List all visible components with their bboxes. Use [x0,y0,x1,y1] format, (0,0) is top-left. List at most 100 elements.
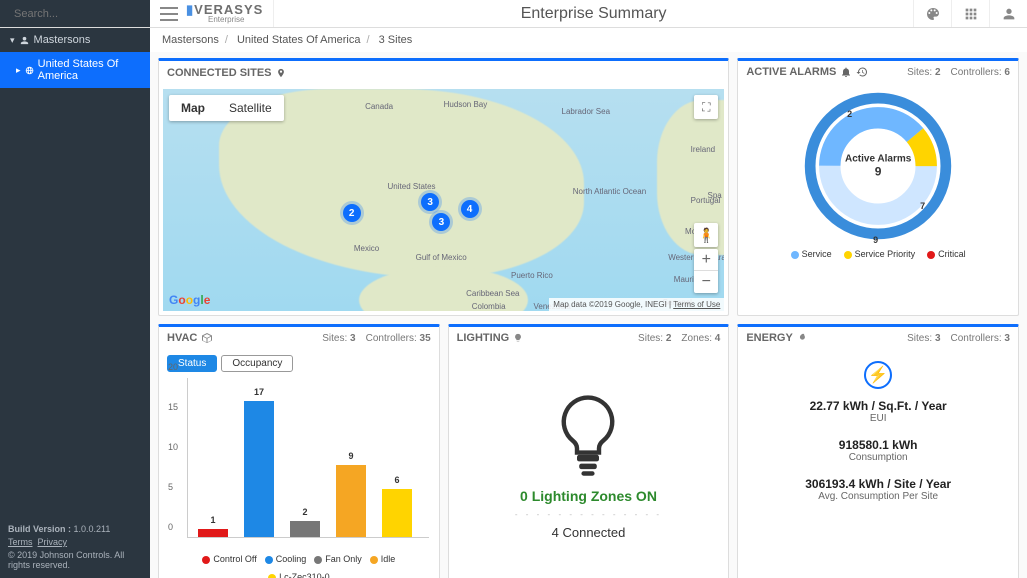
donut-center-label: Active Alarms [845,154,911,165]
controllers-value: 3 [1004,333,1010,344]
map-marker[interactable]: 4 [461,200,479,218]
build-label: Build Version : [8,524,71,534]
energy-consumption-label: Consumption [839,452,918,463]
google-logo: Google [169,293,210,307]
zoom-in-button[interactable]: + [694,249,718,271]
zones-value: 4 [715,333,721,344]
crumb-1[interactable]: Mastersons [162,34,219,46]
map-label: Puerto Rico [511,271,553,280]
controllers-label: Controllers: [951,333,1002,344]
search-input[interactable] [14,8,156,20]
legend-item: Lc-Zec310-0 [268,572,330,578]
panel-title: HVAC [167,332,197,344]
sites-label: Sites: [907,67,932,78]
map-label: United States [388,182,436,191]
map-tab-satellite[interactable]: Satellite [217,95,284,121]
crumb-3: 3 Sites [379,34,413,46]
legend-item: Cooling [265,554,307,564]
map-marker[interactable]: 2 [343,204,361,222]
bell-icon [840,66,852,78]
map-tab-map[interactable]: Map [169,95,217,121]
brand-sub: Enterprise [208,16,263,24]
user-button[interactable] [989,0,1027,27]
sites-value: 2 [666,333,672,344]
bulb-illustration [552,391,624,482]
panel-connected-sites: CONNECTED SITES Canada United Stat [158,58,729,316]
search-box[interactable] [0,0,150,27]
breadcrumb: Mastersons/ United States Of America/ 3 … [150,28,1027,52]
alarms-legend: Service Service Priority Critical [791,249,966,259]
pin-icon [276,66,286,80]
bar: 2 [290,521,320,537]
sites-label: Sites: [907,333,932,344]
map-label: Spa [707,191,721,200]
bulb-icon [513,332,523,344]
fullscreen-button[interactable]: ⛶ [694,95,718,119]
panel-title: ACTIVE ALARMS [746,66,836,78]
apps-button[interactable] [951,0,989,27]
map[interactable]: Canada United States Mexico Hudson Bay L… [163,89,724,311]
tab-occupancy[interactable]: Occupancy [221,355,293,372]
hamburger-icon[interactable] [160,7,178,21]
controllers-label: Controllers: [366,333,417,344]
streetview-pegman[interactable]: 🧍 [694,223,718,247]
history-icon[interactable] [856,66,868,78]
page-title: Enterprise Summary [274,0,913,27]
hvac-bar-chart: 05101520117296 [187,378,429,538]
terms-link[interactable]: Terms of Use [673,300,720,309]
seg-crit-label: 9 [873,235,878,245]
crumb-2[interactable]: United States Of America [237,34,361,46]
palette-button[interactable] [913,0,951,27]
cube-icon [201,332,213,344]
sidebar-item-usa[interactable]: ▸ United States Of America [0,52,150,88]
sites-label: Sites: [322,333,347,344]
energy-avg-label: Avg. Consumption Per Site [805,491,951,502]
panel-energy: ENERGY Sites: 3 Controllers: 3 ⚡ 22.77 k… [737,324,1019,578]
flame-icon [797,332,807,344]
bolt-icon: ⚡ [864,361,892,389]
map-attribution: Map data ©2019 Google, INEGI | Terms of … [549,298,724,311]
lighting-connected: 4 Connected [552,525,626,540]
panel-lighting: LIGHTING Sites: 2 Zones: 4 [448,324,730,578]
logo-area: ▮VERASYS Enterprise [150,0,274,27]
map-type-switch: Map Satellite [169,95,284,121]
copyright: © 2019 Johnson Controls. All rights rese… [8,550,142,570]
topbar: ▮VERASYS Enterprise Enterprise Summary [0,0,1027,28]
legend-service: Service [802,249,832,259]
map-label: Colombia [472,302,506,311]
sites-value: 3 [350,333,356,344]
panel-title: CONNECTED SITES [167,67,272,79]
privacy-link[interactable]: Privacy [38,537,68,547]
globe-icon [25,65,34,76]
chevron-right-icon: ▸ [16,65,21,76]
sites-value: 3 [935,333,941,344]
bar: 17 [244,401,274,537]
zoom-control: + − [694,249,718,293]
sidebar: ▾ Mastersons ▸ United States Of America … [0,28,150,578]
legend-item: Fan Only [314,554,362,564]
seg-sp-label: 2 [847,109,852,119]
main: Mastersons/ United States Of America/ 3 … [150,28,1027,578]
map-label: North Atlantic Ocean [573,187,646,196]
legend-critical: Critical [938,249,966,259]
controllers-label: Controllers: [951,67,1002,78]
energy-avg-value: 306193.4 kWh / Site / Year [805,477,951,491]
energy-eui-value: 22.77 kWh / Sq.Ft. / Year [810,399,947,413]
sidebar-item-mastersons[interactable]: ▾ Mastersons [0,28,150,52]
energy-consumption-value: 918580.1 kWh [839,438,918,452]
alarms-donut: Active Alarms 9 2 7 9 [803,91,953,241]
bar: 1 [198,529,228,537]
divider: - - - - - - - - - - - - - - [515,510,662,519]
map-label: Labrador Sea [562,107,610,116]
seg-svc-label: 7 [920,201,925,211]
bar: 6 [382,489,412,537]
zones-label: Zones: [681,333,712,344]
panel-hvac: HVAC Sites: 3 Controllers: 35 Status Occ… [158,324,440,578]
build-version: 1.0.0.211 [74,524,111,534]
legend-item: Control Off [202,554,256,564]
zoom-out-button[interactable]: − [694,271,718,293]
donut-center-value: 9 [845,165,911,179]
hvac-legend: Control OffCoolingFan OnlyIdleLc-Zec310-… [163,554,435,578]
terms-link[interactable]: Terms [8,537,33,547]
controllers-value: 35 [420,333,431,344]
